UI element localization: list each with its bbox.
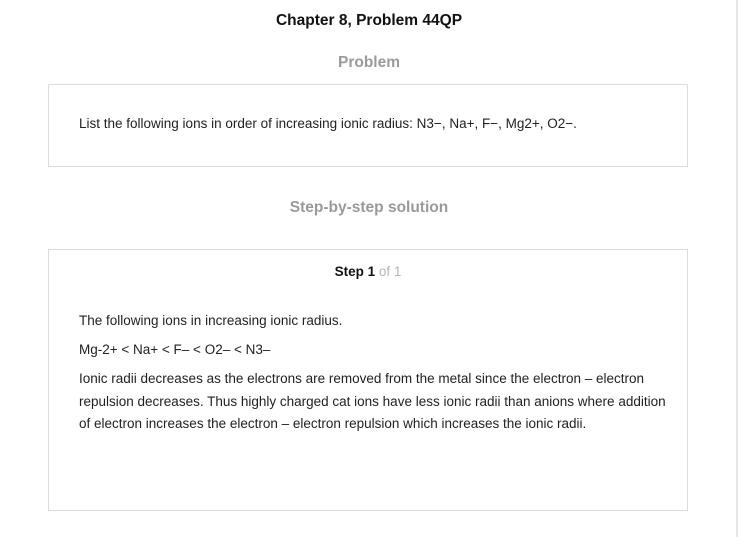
solution-heading: Step-by-step solution — [289, 199, 449, 216]
problem-box: List the following ions in order of incr… — [48, 84, 688, 167]
problem-heading: Problem — [337, 54, 400, 71]
step-indicator: Step 1 of 1 — [49, 264, 687, 279]
problem-text: List the following ions in order of incr… — [79, 116, 577, 131]
solution-ion-order: Mg-2+ < Na+ < F– < O2– < N3– — [79, 342, 271, 357]
step-number: Step 1 — [334, 264, 376, 279]
page: Chapter 8, Problem 44QP Problem List the… — [0, 0, 738, 537]
solution-box: Step 1 of 1 The following ions in increa… — [48, 249, 688, 511]
chapter-title: Chapter 8, Problem 44QP — [275, 12, 463, 29]
solution-intro-text: The following ions in increasing ionic r… — [79, 313, 343, 328]
step-total: of 1 — [375, 264, 402, 279]
solution-explanation: Ionic radii decreases as the electrons a… — [79, 371, 666, 432]
